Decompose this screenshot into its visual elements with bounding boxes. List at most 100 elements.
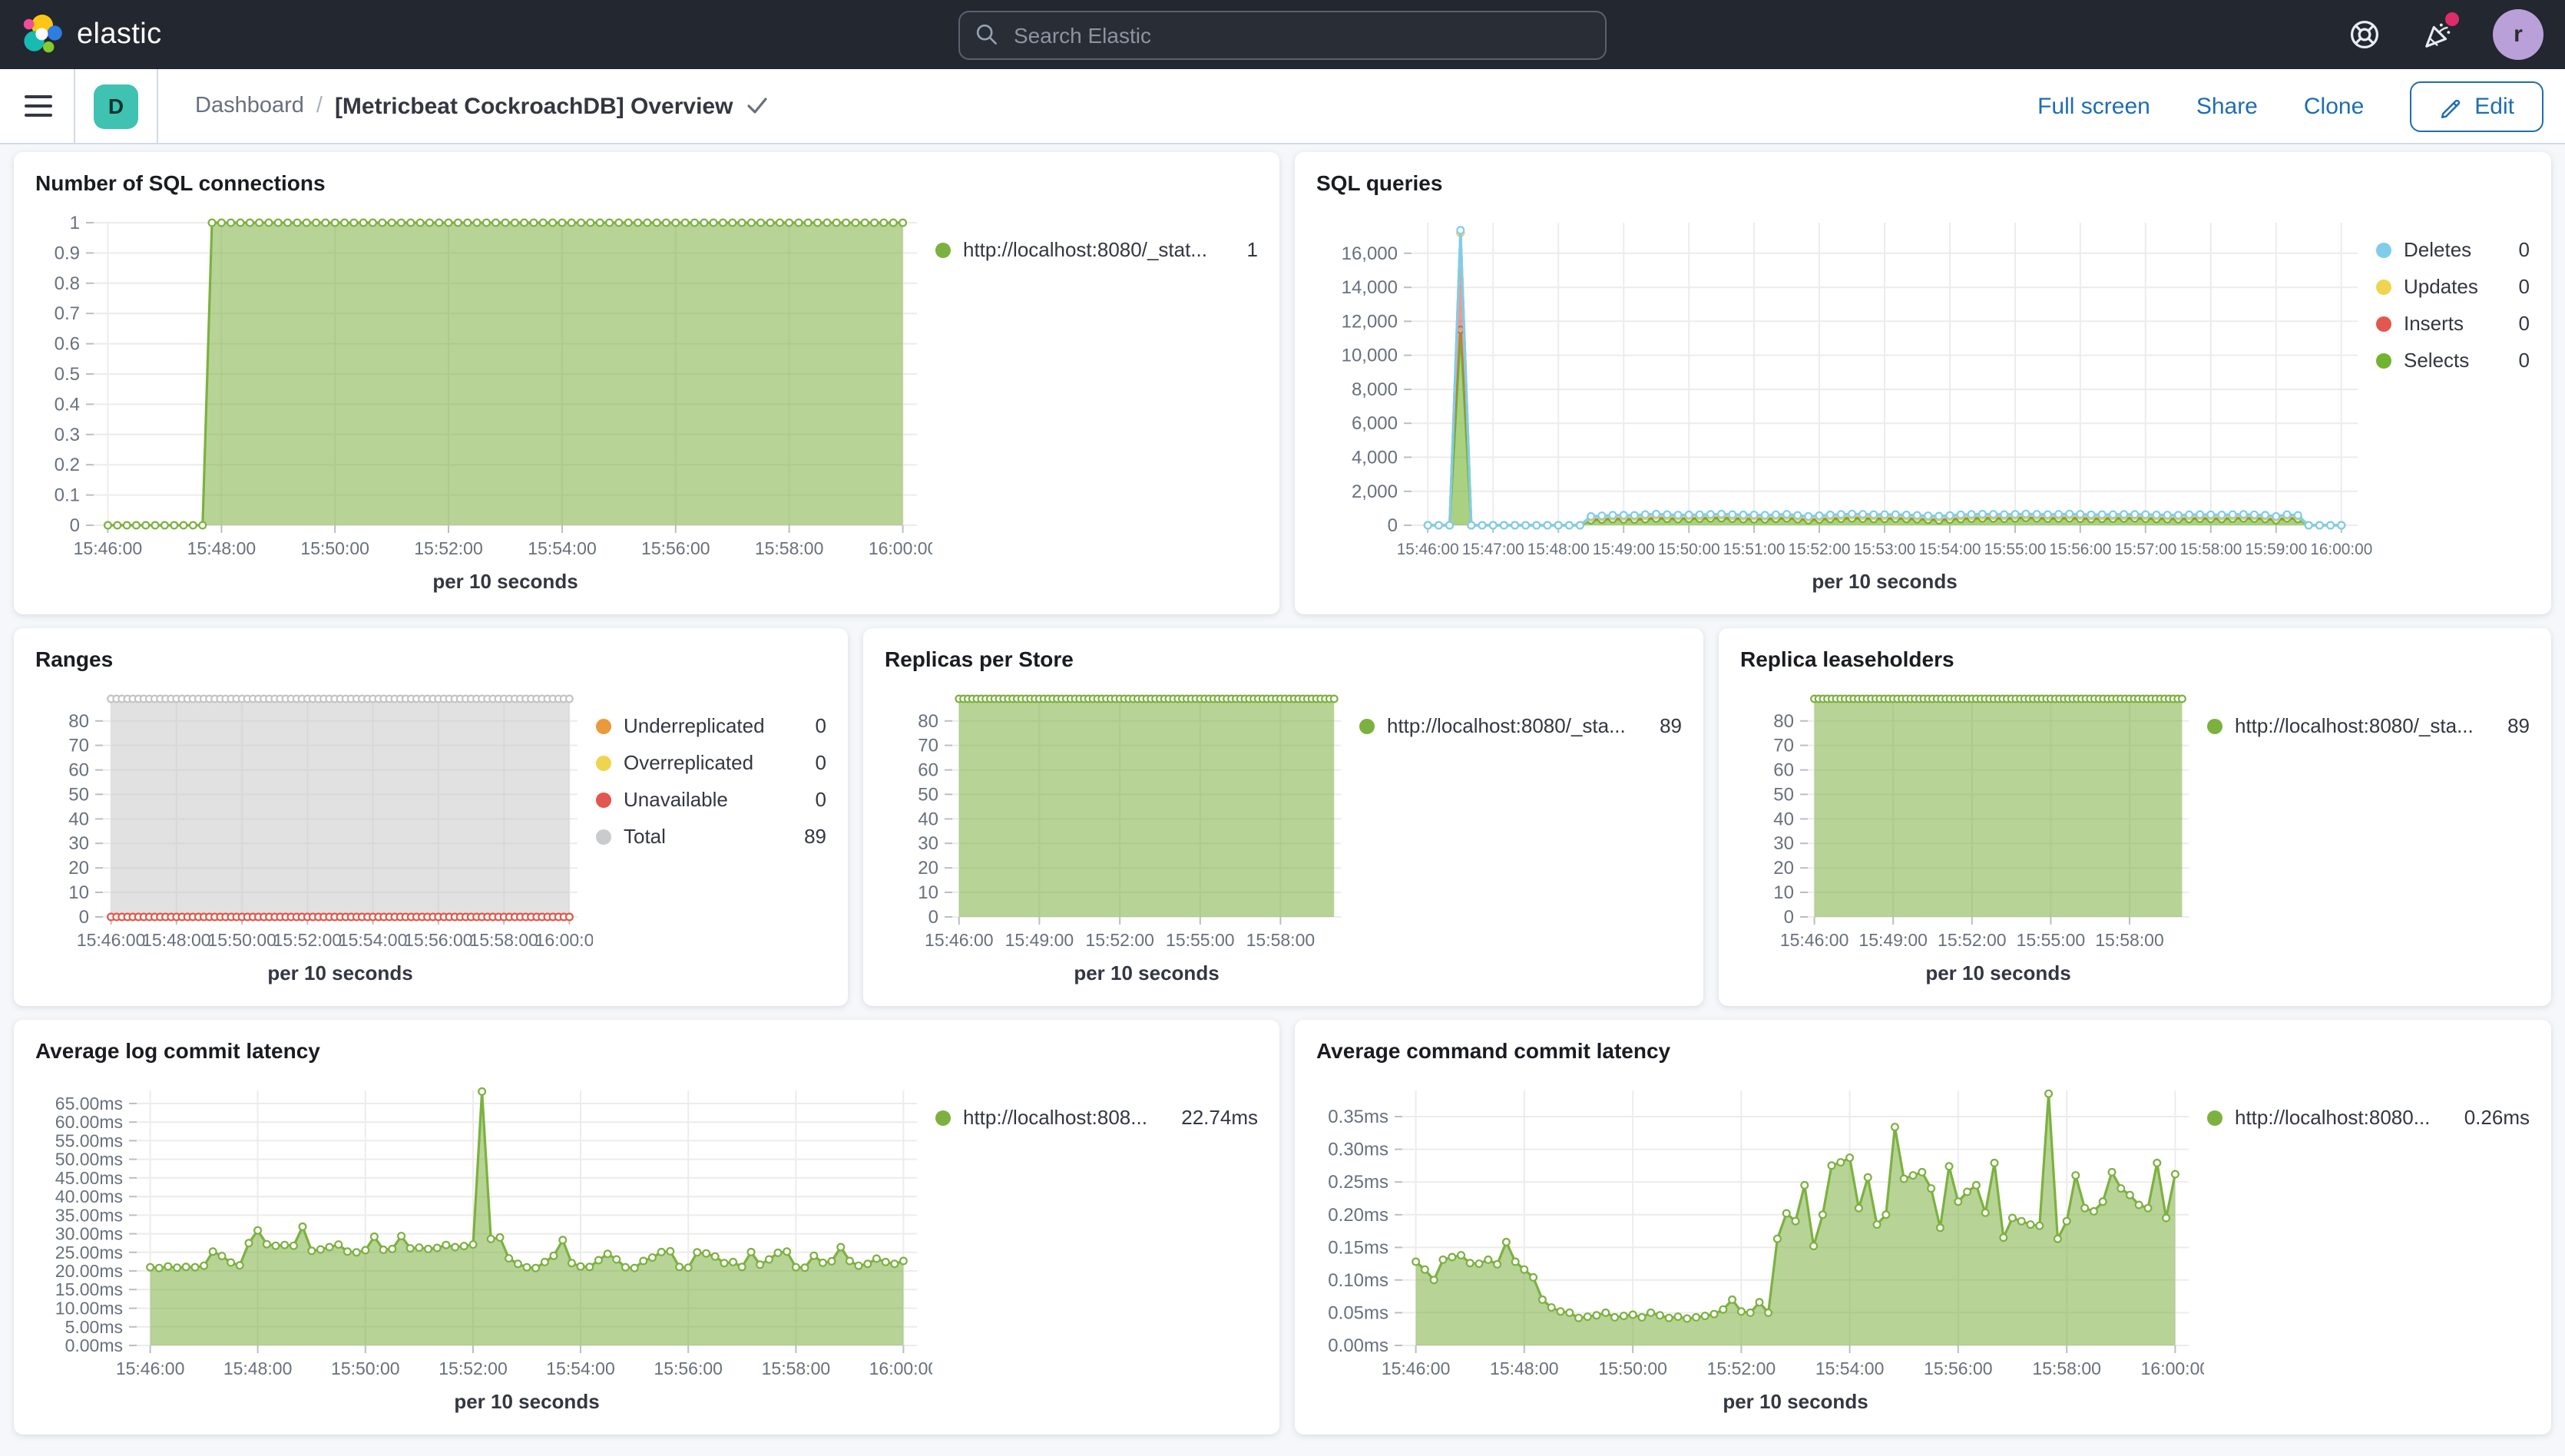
- svg-text:40: 40: [1773, 809, 1794, 829]
- svg-text:15:56:00: 15:56:00: [2049, 541, 2111, 558]
- svg-text:25.00ms: 25.00ms: [55, 1243, 123, 1262]
- svg-text:0.3: 0.3: [55, 425, 80, 445]
- svg-text:1: 1: [70, 213, 80, 233]
- legend-item[interactable]: Unavailable 0: [596, 788, 826, 811]
- svg-text:per 10 seconds: per 10 seconds: [267, 961, 412, 984]
- chart-log-commit-latency: 0.00ms5.00ms10.00ms15.00ms20.00ms25.00ms…: [35, 1069, 932, 1422]
- legend-item[interactable]: http://localhost:808...22.74ms: [935, 1106, 1258, 1129]
- edit-button[interactable]: Edit: [2410, 81, 2543, 131]
- svg-text:15:48:00: 15:48:00: [223, 1358, 293, 1378]
- legend-swatch-icon: [2376, 352, 2391, 368]
- svg-text:per 10 seconds: per 10 seconds: [1925, 961, 2070, 984]
- svg-text:15:48:00: 15:48:00: [187, 538, 256, 558]
- svg-text:50: 50: [68, 784, 89, 805]
- svg-text:30: 30: [918, 833, 938, 854]
- legend-swatch-icon: [935, 242, 951, 257]
- legend-item[interactable]: Inserts0: [2376, 312, 2530, 335]
- panel-title: Replicas per Store: [885, 644, 1682, 674]
- svg-text:2,000: 2,000: [1352, 481, 1398, 502]
- svg-text:0.35ms: 0.35ms: [1328, 1107, 1388, 1127]
- top-nav: elastic: [0, 0, 2565, 69]
- legend-item[interactable]: http://localhost:8080/_sta...89: [2207, 714, 2530, 737]
- svg-text:0.6: 0.6: [55, 334, 80, 355]
- svg-text:80: 80: [68, 711, 89, 732]
- svg-text:15:55:00: 15:55:00: [2017, 930, 2086, 950]
- search-input[interactable]: [1011, 21, 1590, 48]
- legend-item[interactable]: http://localhost:8080...0.26ms: [2207, 1106, 2530, 1129]
- panel-ranges: Ranges 0102030405060708015:46:0015:48:00…: [14, 628, 848, 1006]
- legend-item[interactable]: Total89: [596, 825, 826, 848]
- legend-item[interactable]: Deletes0: [2376, 238, 2530, 261]
- pencil-icon: [2439, 94, 2462, 117]
- chart-svg: 0102030405060708015:46:0015:49:0015:52:0…: [885, 677, 1356, 994]
- legend-item[interactable]: http://localhost:8080/_sta...89: [1359, 714, 1682, 737]
- svg-text:15:58:00: 15:58:00: [762, 1358, 831, 1378]
- chart-legend: http://localhost:8080/_sta...89: [1356, 677, 1682, 994]
- panel-replicas-per-store: Replicas per Store 0102030405060708015:4…: [863, 628, 1703, 1006]
- help-button[interactable]: [2345, 16, 2382, 53]
- menu-button[interactable]: [22, 89, 55, 122]
- svg-text:15:54:00: 15:54:00: [1919, 541, 1981, 558]
- elastic-brand[interactable]: elastic: [22, 14, 162, 55]
- legend-item[interactable]: Selects0: [2376, 349, 2530, 372]
- chart-legend: http://localhost:8080...0.26ms: [2204, 1069, 2530, 1422]
- legend-item[interactable]: Overreplicated0: [596, 751, 826, 774]
- newsfeed-button[interactable]: [2419, 16, 2456, 53]
- area-series: [108, 223, 902, 525]
- svg-text:15:52:00: 15:52:00: [439, 1358, 508, 1378]
- legend-value: 0: [816, 788, 826, 811]
- toolbar-divider: [157, 69, 158, 143]
- svg-text:15:49:00: 15:49:00: [1858, 930, 1928, 950]
- legend-item[interactable]: http://localhost:8080/_stat...1: [935, 238, 1258, 261]
- svg-text:15:58:00: 15:58:00: [469, 930, 538, 950]
- legend-label: Updates: [2404, 275, 2504, 298]
- svg-text:5.00ms: 5.00ms: [65, 1317, 123, 1337]
- svg-text:0.9: 0.9: [55, 243, 80, 263]
- breadcrumb-dashboard-link[interactable]: Dashboard: [195, 94, 304, 118]
- legend-label: Deletes: [2404, 238, 2504, 261]
- svg-text:55.00ms: 55.00ms: [55, 1130, 123, 1150]
- legend-swatch-icon: [935, 1110, 951, 1125]
- legend-item[interactable]: Updates0: [2376, 275, 2530, 298]
- panel-sql-connections: Number of SQL connections 00.10.20.30.40…: [14, 152, 1279, 614]
- share-button[interactable]: Share: [2196, 93, 2258, 119]
- svg-text:20: 20: [68, 858, 89, 879]
- svg-text:15:51:00: 15:51:00: [1723, 541, 1786, 558]
- clone-button[interactable]: Clone: [2304, 93, 2364, 119]
- legend-value: 0: [816, 714, 826, 737]
- space-badge[interactable]: D: [94, 84, 138, 128]
- svg-text:per 10 seconds: per 10 seconds: [1812, 570, 1957, 593]
- dashboard-grid: Number of SQL connections 00.10.20.30.40…: [0, 144, 2565, 1456]
- dashboard-row: Ranges 0102030405060708015:46:0015:48:00…: [14, 628, 2551, 1006]
- svg-text:15:46:00: 15:46:00: [1780, 930, 1849, 950]
- global-search[interactable]: [958, 10, 1607, 59]
- svg-text:0: 0: [79, 907, 89, 928]
- chart-legend: http://localhost:808...22.74ms: [932, 1069, 1258, 1422]
- legend-swatch-icon: [1359, 718, 1375, 733]
- avatar[interactable]: r: [2493, 9, 2543, 60]
- svg-text:0.20ms: 0.20ms: [1328, 1205, 1388, 1226]
- legend-item[interactable]: Underreplicated0: [596, 714, 826, 737]
- svg-text:10: 10: [68, 882, 89, 903]
- svg-text:15:52:00: 15:52:00: [1938, 930, 2007, 950]
- legend-label: Unavailable: [624, 788, 800, 811]
- full-screen-button[interactable]: Full screen: [2037, 93, 2150, 119]
- area-series: [959, 699, 1334, 917]
- legend-swatch-icon: [2376, 279, 2391, 294]
- svg-text:15:54:00: 15:54:00: [528, 538, 597, 558]
- legend-swatch-icon: [2207, 1110, 2222, 1125]
- chart-sql-queries: 02,0004,0006,0008,00010,00012,00014,0001…: [1316, 201, 2373, 602]
- chart-sql-connections: 00.10.20.30.40.50.60.70.80.9115:46:0015:…: [35, 201, 932, 602]
- breadcrumb-check-icon[interactable]: [746, 97, 768, 115]
- legend-swatch-icon: [596, 718, 611, 733]
- svg-text:15:46:00: 15:46:00: [925, 930, 994, 950]
- edit-button-label: Edit: [2474, 93, 2514, 119]
- svg-text:10.00ms: 10.00ms: [55, 1299, 123, 1319]
- panel-title: Average command commit latency: [1316, 1035, 2530, 1066]
- svg-text:10: 10: [1773, 882, 1794, 903]
- page-title: [Metricbeat CockroachDB] Overview: [335, 93, 733, 119]
- breadcrumb-separator: /: [316, 94, 323, 118]
- toolbar: D Dashboard / [Metricbeat CockroachDB] O…: [0, 69, 2565, 144]
- nav-right: r: [2345, 9, 2543, 60]
- svg-text:15:46:00: 15:46:00: [74, 538, 143, 558]
